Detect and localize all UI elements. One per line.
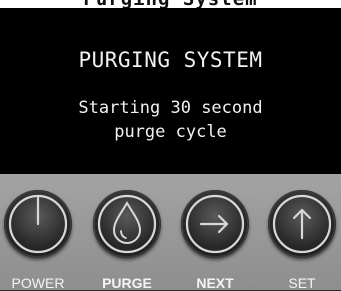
set-label: SET (288, 275, 316, 291)
purge-label: PURGE (102, 275, 152, 291)
next-label: NEXT (196, 275, 234, 291)
power-label: POWER (11, 275, 65, 291)
droplet-icon (97, 194, 157, 254)
power-button[interactable] (4, 190, 72, 258)
lcd-display: PURGING SYSTEM Starting 30 second purge … (0, 8, 341, 174)
display-title: PURGING SYSTEM (78, 48, 263, 72)
purge-button[interactable] (93, 190, 161, 258)
power-icon (8, 194, 68, 254)
next-button[interactable] (181, 190, 249, 258)
set-button[interactable] (268, 190, 336, 258)
header-strip: Purging System (0, 0, 341, 8)
arrow-right-icon (185, 194, 245, 254)
arrow-up-icon (272, 194, 332, 254)
display-message-line-1: Starting 30 second (78, 98, 263, 118)
header-partial-title: Purging System (0, 0, 341, 8)
control-panel: POWER PURGE NEXT SET (0, 174, 341, 291)
display-message-line-2: purge cycle (114, 122, 227, 142)
